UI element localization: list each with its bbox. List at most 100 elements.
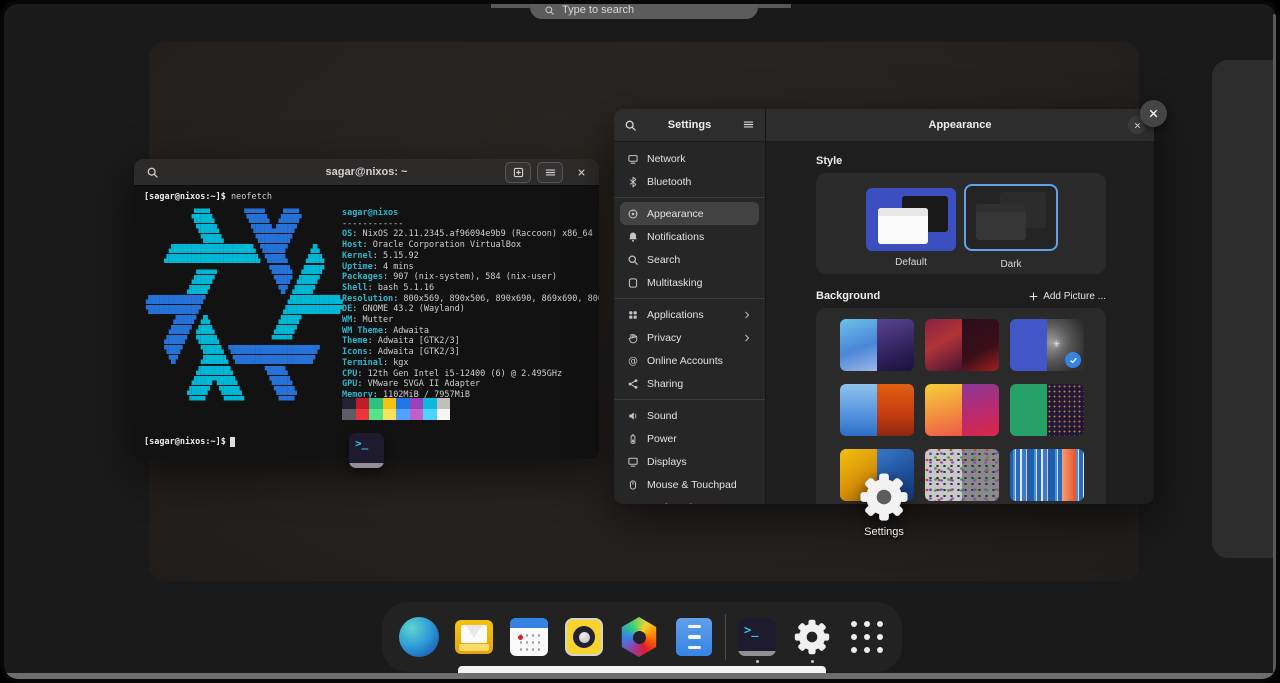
speaker-core <box>579 632 590 643</box>
logo-line: ▟█████████████████▙ ▜████▛ ▟▙ <box>146 244 343 254</box>
wallpaper-green-dark-dots[interactable] <box>1010 384 1084 436</box>
wallpaper-sunset-magenta-gradient[interactable] <box>925 384 999 436</box>
sidebar-item-displays[interactable]: Displays <box>620 450 759 473</box>
sidebar-item-multitasking[interactable]: Multitasking <box>620 271 759 294</box>
wallpaper-blue-orange-drips[interactable] <box>840 384 914 436</box>
wallpaper-red-dark-abstract[interactable] <box>925 319 999 371</box>
activities-overview: Type to search sagar@nixos: ~ <box>4 4 1276 679</box>
style-option-dark-label: Dark <box>964 259 1058 270</box>
palette-swatch <box>396 409 410 420</box>
check-icon <box>1069 356 1078 365</box>
neofetch-separator: ------------ <box>342 219 599 230</box>
settings-overview-app-label: Settings <box>784 526 984 538</box>
sidebar-item-notifications[interactable]: Notifications <box>620 225 759 248</box>
sidebar-item-applications[interactable]: Applications <box>620 303 759 326</box>
wallpaper-light-half <box>840 384 877 436</box>
dock-item-calendar[interactable] <box>509 613 549 661</box>
terminal-prompt-glyph: >_ <box>355 437 368 450</box>
wallpaper-dark-half <box>962 319 999 371</box>
palette-swatch <box>410 398 424 409</box>
sidebar-item-network[interactable]: Network <box>620 147 759 170</box>
terminal-cursor <box>230 437 235 447</box>
running-indicator-dot <box>756 660 759 663</box>
logo-line: ▜███▙ ▜██████▛ <box>146 234 343 244</box>
logo-line: ▟██████▙ ▜███▙ <box>146 366 343 376</box>
sidebar-item-privacy[interactable]: Privacy <box>620 326 759 349</box>
dock-item-app-grid[interactable] <box>847 613 887 661</box>
sidebar-item-label: Power <box>647 433 677 445</box>
dock-item-terminal[interactable]: >_ <box>737 613 777 661</box>
logo-line: ▟███▛ ▜███▙ ▜███▙ <box>146 386 343 396</box>
next-workspace-preview[interactable] <box>1212 60 1276 558</box>
sidebar-item-label: Sound <box>647 410 677 422</box>
sidebar-item-label: Applications <box>647 309 704 321</box>
terminal-close-button[interactable] <box>569 163 593 182</box>
running-indicator-dot <box>811 660 814 663</box>
neofetch-field: Resolution: 800x569, 890x506, 890x690, 8… <box>342 294 599 305</box>
power-icon <box>627 433 639 445</box>
logo-line: ▟███▛ ▜▛ ▟███▛ <box>146 285 343 295</box>
dock-item-web-browser[interactable] <box>399 613 439 661</box>
dock-item-files[interactable] <box>674 613 714 661</box>
wallpaper-light-half <box>1010 384 1047 436</box>
close-icon <box>576 167 587 178</box>
sharing-icon <box>627 378 639 390</box>
wallpaper-blue-purple-abstract[interactable] <box>840 319 914 371</box>
neofetch-field: CPU: 12th Gen Intel i5-12400 (6) @ 2.495… <box>342 369 599 380</box>
neofetch-field: Theme: Adwaita [GTK2/3] <box>342 336 599 347</box>
palette-swatch <box>437 398 451 409</box>
search-icon <box>146 166 159 179</box>
sound-icon <box>627 410 639 422</box>
wallpaper-warming-stripes[interactable] <box>1010 449 1084 501</box>
sidebar-item-online-accounts[interactable]: Online Accounts <box>620 349 759 372</box>
style-option-default[interactable]: Default <box>866 188 956 268</box>
terminal-search-button[interactable] <box>140 163 164 182</box>
terminal-new-tab-button[interactable] <box>505 162 531 183</box>
calendar-icon <box>510 618 548 656</box>
wallpaper-nixos-blue-default[interactable]: ✳ <box>1010 319 1084 371</box>
dock-item-mail[interactable] <box>454 613 494 661</box>
sidebar-item-sharing[interactable]: Sharing <box>620 372 759 395</box>
wallpaper-dark-half <box>877 319 914 371</box>
speaker-ring <box>573 626 595 648</box>
terminal-body[interactable]: [sagar@nixos:~]$ neofetch ▗▄▄▄ ▗▄▄▄▄ ▄▄▄… <box>134 186 599 459</box>
photos-icon <box>619 617 659 657</box>
neofetch-field: Kernel: 5.15.92 <box>342 251 599 262</box>
sidebar-item-label: Appearance <box>647 208 704 220</box>
terminal-menu-button[interactable] <box>537 162 563 183</box>
logo-line: ▟███▛ ▜███▙ ▝▀▀▀▀ <box>146 335 343 345</box>
logo-line: ▜▛ ▟████▙ ▜████████████████▛ <box>146 355 343 365</box>
chevron-right-icon <box>742 310 752 320</box>
sidebar-item-search[interactable]: Search <box>620 248 759 271</box>
selected-check-badge <box>1065 352 1081 368</box>
wallpaper-confetti-pattern[interactable] <box>925 449 999 501</box>
dock-item-music[interactable] <box>564 613 604 661</box>
neofetch-color-palette <box>342 398 450 420</box>
logo-line: ▜██▛ ▜███▙ ▜██████████████████▛ <box>146 345 343 355</box>
terminal-window[interactable]: sagar@nixos: ~ [sagar@nixos:~]$ neofetch <box>134 159 599 459</box>
palette-swatch <box>356 409 370 420</box>
dock-item-settings[interactable] <box>792 613 832 661</box>
terminal-app-icon[interactable]: >_ <box>349 433 384 468</box>
sidebar-item-label: Bluetooth <box>647 176 691 188</box>
logo-line: ▟███▛▜███▙ ▜███▙ <box>146 376 343 386</box>
sidebar-item-power[interactable]: Power <box>620 427 759 450</box>
settings-overview-app-icon[interactable] <box>858 471 910 523</box>
dock-item-photos[interactable] <box>619 613 659 661</box>
neofetch-field: Icons: Adwaita [GTK2/3] <box>342 347 599 358</box>
window-overview-close-button[interactable] <box>1140 100 1167 127</box>
add-picture-button[interactable]: Add Picture ... <box>1028 291 1106 302</box>
sidebar-item-bluetooth[interactable]: Bluetooth <box>620 170 759 193</box>
sidebar-item-appearance[interactable]: Appearance <box>620 202 759 225</box>
bottom-light-window-edge <box>458 666 826 673</box>
settings-window[interactable]: Settings NetworkBluetoothAppearanceNotif… <box>614 109 1154 504</box>
sidebar-item-mouse-touchpad[interactable]: Mouse & Touchpad <box>620 473 759 496</box>
logo-line: ▟███████████████████▙ ▜███▙ ▟██▙ <box>146 254 343 264</box>
web-browser-icon <box>399 617 439 657</box>
sidebar-item-keyboard[interactable]: Keyboard <box>620 496 759 504</box>
sidebar-item-sound[interactable]: Sound <box>620 404 759 427</box>
search-input[interactable]: Type to search <box>530 4 758 19</box>
style-option-dark[interactable]: Dark <box>964 184 1058 270</box>
terminal-icon-base <box>738 651 776 656</box>
sidebar-divider <box>614 197 765 198</box>
